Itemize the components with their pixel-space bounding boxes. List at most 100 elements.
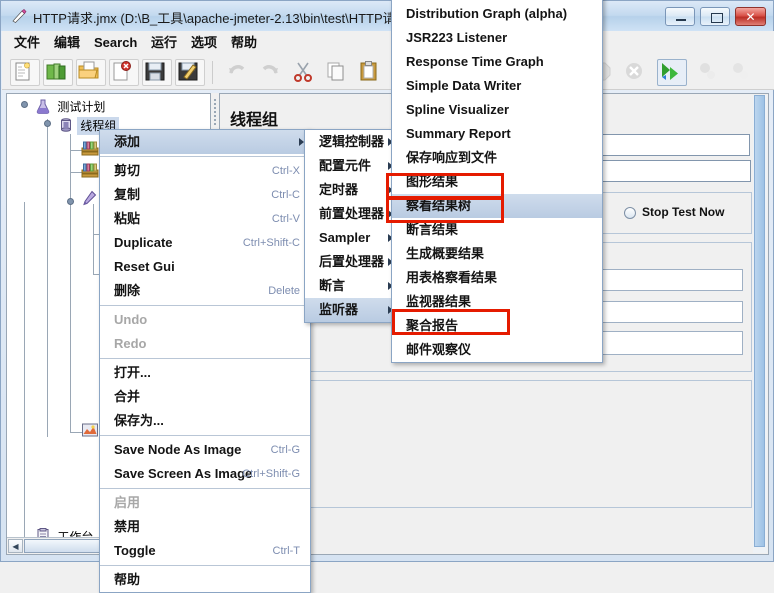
start-run-button[interactable]: [657, 59, 687, 86]
context-menu-item-copy[interactable]: 复制 Ctrl-C: [100, 183, 310, 207]
close-button[interactable]: ✕: [735, 7, 766, 26]
copy-icon: [327, 62, 344, 81]
menu-separator: [100, 565, 310, 566]
menu-separator: [100, 488, 310, 489]
thread-group-icon: [61, 118, 71, 132]
http-defaults-icon: [81, 141, 99, 156]
listener-item-distribution-graph[interactable]: Distribution Graph (alpha): [392, 2, 602, 26]
listener-submenu[interactable]: Comparison Assertion Visualizer Distribu…: [391, 0, 603, 363]
context-menu-item-save-node-as-image[interactable]: Save Node As Image Ctrl-G: [100, 438, 310, 462]
tree-line: [70, 134, 71, 432]
context-menu-item-paste[interactable]: 粘贴 Ctrl-V: [100, 207, 310, 231]
listener-item-view-results-in-table[interactable]: 用表格察看结果: [392, 266, 602, 290]
context-menu-item-add[interactable]: 添加: [100, 130, 310, 154]
menubar-item-edit[interactable]: 编辑: [48, 34, 86, 52]
context-menu-item-help[interactable]: 帮助: [100, 568, 310, 592]
minimize-button[interactable]: [665, 7, 695, 26]
context-menu-item-save-screen-as-image[interactable]: Save Screen As Image Ctrl+Shift-G: [100, 462, 310, 486]
listener-item-graph-results[interactable]: 图形结果: [392, 170, 602, 194]
minimize-icon: [676, 19, 686, 21]
clear-icon: [700, 63, 715, 79]
tree-expander-sampler[interactable]: [67, 198, 74, 205]
open-button[interactable]: [76, 59, 106, 86]
save-as-button[interactable]: [175, 59, 205, 86]
add-menu-item-post-processor[interactable]: 后置处理器: [305, 250, 399, 274]
maximize-button[interactable]: [700, 7, 730, 26]
tree-line: [47, 119, 48, 437]
add-submenu[interactable]: 逻辑控制器 配置元件 定时器 前置处理器 Sampler 后置处理器 断言 监听…: [304, 129, 400, 323]
context-menu-item-save-as[interactable]: 保存为...: [100, 409, 310, 433]
undo-button[interactable]: [224, 59, 254, 86]
context-menu-item-redo: Redo: [114, 336, 147, 351]
vscroll-thumb[interactable]: [754, 95, 765, 547]
close-file-button[interactable]: [109, 59, 139, 86]
main-vertical-scrollbar[interactable]: [753, 95, 767, 553]
listener-item-generate-summary-results[interactable]: 生成概要结果: [392, 242, 602, 266]
add-menu-item-sampler[interactable]: Sampler: [305, 226, 399, 250]
context-menu-item-cut[interactable]: 剪切 Ctrl-X: [100, 159, 310, 183]
context-menu-item-delete[interactable]: 删除 Delete: [100, 279, 310, 303]
add-menu-item-pre-processor[interactable]: 前置处理器: [305, 202, 399, 226]
shutdown-button[interactable]: [621, 59, 651, 86]
cut-icon: [294, 62, 312, 82]
clear-all-button[interactable]: [727, 59, 757, 86]
paste-button[interactable]: [356, 59, 386, 86]
open-icon: [78, 61, 99, 79]
tree-expander-thread-group[interactable]: [44, 120, 51, 127]
run-start-icon: [662, 63, 678, 80]
stop-test-now-radio[interactable]: [624, 207, 636, 219]
menu-separator: [100, 358, 310, 359]
accelerator: Delete: [268, 285, 300, 297]
copy-button[interactable]: [323, 59, 353, 86]
undo-icon: [229, 65, 245, 74]
menu-bar: 文件 编辑 Search 运行 选项 帮助: [2, 31, 774, 56]
context-menu-item-disable[interactable]: 禁用: [100, 515, 310, 539]
accelerator: Ctrl-C: [271, 189, 300, 201]
listener-item-assertion-results[interactable]: 断言结果: [392, 218, 602, 242]
add-menu-item-timer[interactable]: 定时器: [305, 178, 399, 202]
add-menu-item-logic-controller[interactable]: 逻辑控制器: [305, 130, 399, 154]
redo-icon: [262, 65, 278, 74]
cut-button[interactable]: [290, 59, 320, 86]
tree-node-label: 测试计划: [57, 100, 106, 114]
tree-context-menu[interactable]: 添加 剪切 Ctrl-X 复制 Ctrl-C 粘贴 Ctrl-V Duplica…: [99, 129, 311, 593]
toolbar: [2, 55, 774, 90]
maximize-icon: [711, 13, 723, 23]
listener-item-aggregate-report[interactable]: 聚合报告: [392, 314, 602, 338]
add-menu-item-config-element[interactable]: 配置元件: [305, 154, 399, 178]
menubar-item-search[interactable]: Search: [88, 34, 143, 52]
listener-item-spline-visualizer[interactable]: Spline Visualizer: [392, 98, 602, 122]
listener-item-save-responses-to-file[interactable]: 保存响应到文件: [392, 146, 602, 170]
menubar-item-run[interactable]: 运行: [145, 34, 183, 52]
listener-item-monitor-results[interactable]: 监视器结果: [392, 290, 602, 314]
listener-item-mailer-visualizer[interactable]: 邮件观察仪: [392, 338, 602, 362]
add-menu-item-assertion[interactable]: 断言: [305, 274, 399, 298]
clear-button[interactable]: [694, 59, 724, 86]
context-menu-item-toggle[interactable]: Toggle Ctrl-T: [100, 539, 310, 563]
tree-line: [93, 204, 94, 274]
tree-expander-root[interactable]: [21, 101, 28, 108]
context-menu-item-reset-gui[interactable]: Reset Gui: [100, 255, 310, 279]
menubar-item-help[interactable]: 帮助: [225, 34, 263, 52]
scroll-left-arrow[interactable]: ◀: [8, 539, 23, 553]
save-button[interactable]: [142, 59, 172, 86]
tree-node-test-plan[interactable]: 测试计划: [35, 98, 108, 116]
close-file-icon: [113, 61, 131, 81]
accelerator: Ctrl+Shift-G: [242, 468, 300, 480]
templates-button[interactable]: [43, 59, 73, 86]
listener-item-response-time-graph[interactable]: Response Time Graph: [392, 50, 602, 74]
listener-item-summary-report[interactable]: Summary Report: [392, 122, 602, 146]
listener-item-simple-data-writer[interactable]: Simple Data Writer: [392, 74, 602, 98]
context-menu-item-undo: Undo: [114, 312, 148, 327]
menubar-item-file[interactable]: 文件: [8, 34, 46, 52]
menubar-item-options[interactable]: 选项: [185, 34, 223, 52]
accelerator: Ctrl-X: [271, 165, 300, 177]
new-button[interactable]: [10, 59, 40, 86]
context-menu-item-merge[interactable]: 合并: [100, 385, 310, 409]
context-menu-item-open[interactable]: 打开...: [100, 361, 310, 385]
listener-item-jsr223-listener[interactable]: JSR223 Listener: [392, 26, 602, 50]
add-menu-item-listener[interactable]: 监听器: [305, 298, 399, 322]
listener-item-view-results-tree[interactable]: 察看结果树: [392, 194, 602, 218]
context-menu-item-duplicate[interactable]: Duplicate Ctrl+Shift-C: [100, 231, 310, 255]
redo-button[interactable]: [257, 59, 287, 86]
